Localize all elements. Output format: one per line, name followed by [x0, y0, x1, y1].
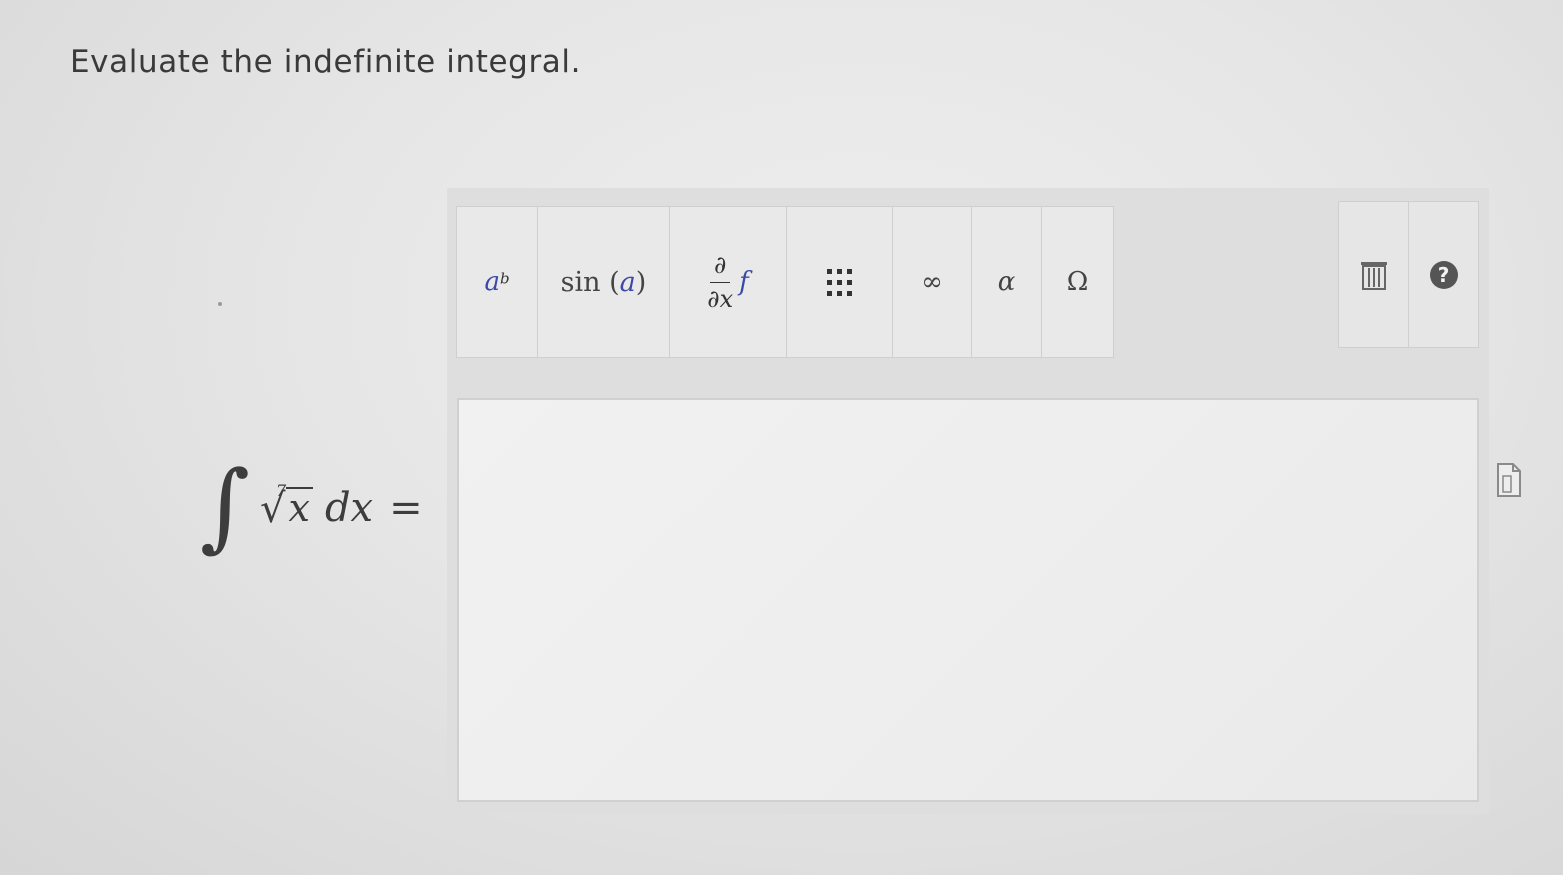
radicand: x	[285, 487, 313, 529]
equals-sign: =	[389, 485, 423, 531]
seventh-root: 7 √ x	[260, 481, 313, 529]
exponent-button[interactable]: ab	[456, 206, 538, 358]
help-icon: ?	[1429, 260, 1458, 289]
document-icon[interactable]	[1496, 462, 1522, 498]
trash-icon	[1360, 261, 1387, 290]
infinity-icon: ∞	[921, 267, 943, 297]
trig-function-icon: sin (a)	[560, 266, 647, 298]
integral-expression: ∫ 7 √ x dx =	[200, 448, 423, 568]
trig-function-button[interactable]: sin (a)	[537, 206, 670, 358]
decorative-dot	[218, 302, 222, 306]
integral-sign: ∫	[200, 450, 251, 562]
answer-input[interactable]	[457, 398, 1479, 802]
math-toolbar: ab sin (a) ∂ ∂x f ∞ α Ω	[456, 206, 1114, 360]
editor-actions: ?	[1338, 201, 1479, 349]
exponent-icon: ab	[484, 267, 510, 297]
omega-icon: Ω	[1066, 267, 1089, 297]
alpha-icon: α	[997, 267, 1016, 297]
partial-derivative-icon: ∂ ∂x f	[707, 251, 749, 313]
clear-button[interactable]	[1338, 201, 1409, 348]
root-index: 7	[276, 481, 287, 501]
matrix-button[interactable]	[786, 206, 893, 358]
greek-letters-button[interactable]: α	[971, 206, 1042, 358]
partial-derivative-button[interactable]: ∂ ∂x f	[669, 206, 787, 358]
infinity-button[interactable]: ∞	[892, 206, 972, 358]
special-symbols-button[interactable]: Ω	[1041, 206, 1114, 358]
question-prompt: Evaluate the indefinite integral.	[70, 44, 582, 80]
differential: dx	[324, 485, 374, 531]
matrix-icon	[825, 268, 855, 296]
math-editor: ab sin (a) ∂ ∂x f ∞ α Ω ?	[447, 188, 1489, 814]
help-button[interactable]: ?	[1408, 201, 1479, 348]
